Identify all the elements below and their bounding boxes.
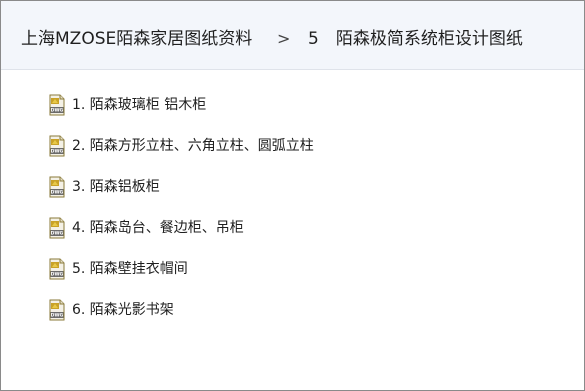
file-name-label: 1. 陌森玻璃柜 铝木柜 [72, 97, 207, 113]
file-item[interactable]: DWG 2. 陌森方形立柱、六角立柱、圆弧立柱 [49, 135, 314, 176]
svg-text:DWG: DWG [51, 190, 64, 196]
file-list: DWG 1. 陌森玻璃柜 铝木柜 DWG 2. 陌森方形立柱、六角立柱、圆弧立柱 DWG… [49, 94, 314, 340]
dwg-file-icon: DWG [49, 258, 65, 280]
file-explorer-window: 上海MZOSE陌森家居图纸资料 > 5 陌森极简系统柜设计图纸 DWG 1. 陌森… [0, 0, 585, 391]
file-item[interactable]: DWG 5. 陌森壁挂衣帽间 [49, 258, 314, 299]
svg-text:DWG: DWG [51, 272, 64, 278]
dwg-file-icon: DWG [49, 176, 65, 198]
breadcrumb-current-folder[interactable]: 5 陌森极简系统柜设计图纸 [308, 27, 523, 51]
file-item[interactable]: DWG 1. 陌森玻璃柜 铝木柜 [49, 94, 314, 135]
file-item[interactable]: DWG 4. 陌森岛台、餐边柜、吊柜 [49, 217, 314, 258]
svg-text:DWG: DWG [51, 108, 64, 114]
dwg-file-icon: DWG [49, 135, 65, 157]
breadcrumb-root-folder[interactable]: 上海MZOSE陌森家居图纸资料 [21, 27, 252, 51]
file-item[interactable]: DWG 6. 陌森光影书架 [49, 299, 314, 340]
svg-text:DWG: DWG [51, 149, 64, 155]
svg-text:DWG: DWG [51, 313, 64, 319]
file-name-label: 6. 陌森光影书架 [72, 302, 174, 318]
file-item[interactable]: DWG 3. 陌森铝板柜 [49, 176, 314, 217]
dwg-file-icon: DWG [49, 94, 65, 116]
file-name-label: 3. 陌森铝板柜 [72, 179, 160, 195]
file-name-label: 2. 陌森方形立柱、六角立柱、圆弧立柱 [72, 138, 314, 154]
breadcrumb: 上海MZOSE陌森家居图纸资料 > 5 陌森极简系统柜设计图纸 [1, 1, 584, 70]
svg-text:DWG: DWG [51, 231, 64, 237]
dwg-file-icon: DWG [49, 299, 65, 321]
dwg-file-icon: DWG [49, 217, 65, 239]
file-name-label: 5. 陌森壁挂衣帽间 [72, 261, 188, 277]
file-name-label: 4. 陌森岛台、餐边柜、吊柜 [72, 220, 244, 236]
breadcrumb-chevron-icon: > [277, 29, 291, 48]
